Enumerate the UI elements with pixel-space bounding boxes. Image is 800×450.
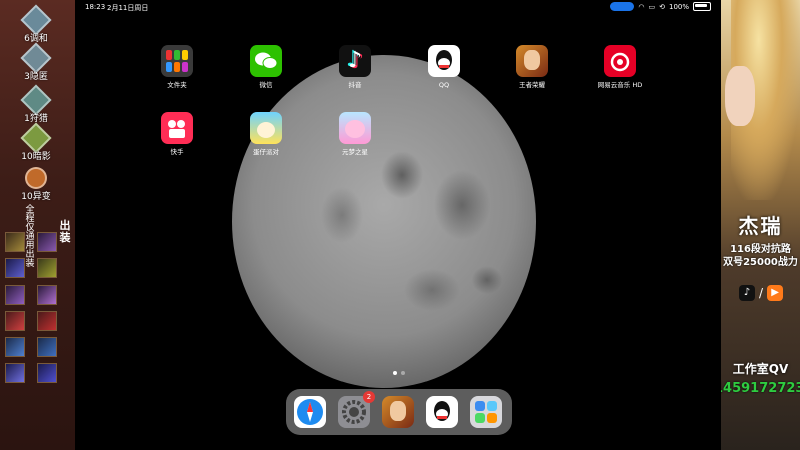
app-label: 抖音	[348, 81, 362, 89]
douyin-icon: ♪	[339, 45, 371, 77]
yuanmeng-star-icon	[339, 112, 371, 144]
app-netease-music[interactable]: 网易云音乐 HD	[590, 45, 650, 89]
wechat-icon	[250, 45, 282, 77]
build-note: 全程仅通用出装	[25, 205, 35, 269]
character-face	[725, 66, 755, 126]
equipment-icon	[5, 232, 25, 252]
app-label: 元梦之星	[342, 148, 368, 156]
wifi-icon: ◠	[638, 2, 645, 11]
notification-badge: 2	[363, 391, 375, 403]
streamer-name: 杰瑞	[738, 214, 783, 238]
separator: /	[759, 286, 764, 300]
app-kuaishou[interactable]: 快手	[147, 112, 207, 156]
moon-wallpaper	[232, 55, 536, 388]
equipment-icon	[37, 337, 57, 357]
app-label: 王者荣耀	[519, 81, 545, 89]
status-time: 18:23	[85, 3, 106, 11]
streamer-power: 双号25000战力	[723, 257, 798, 268]
status-bar: 18:23 2月11日周日 ◠ ▭ ⟲ 100%	[75, 0, 721, 14]
app-wechat[interactable]: 微信	[236, 45, 296, 89]
left-overlay-panel: 6调和 3隐匿 1狩猎 10暗影 10异变 全程仅通用出装 出装	[0, 0, 75, 450]
equipment-icon	[5, 337, 25, 357]
app-honor-of-kings[interactable]: 王者荣耀	[502, 45, 562, 89]
screen-mirroring-icon: ▭	[648, 2, 656, 11]
app-label: 微信	[259, 81, 273, 89]
status-date: 2月11日周日	[107, 4, 149, 12]
netease-music-icon	[604, 45, 636, 77]
rank-emblem-icon	[20, 122, 52, 154]
app-label: 蛋仔派对	[253, 148, 279, 156]
contact-number: 1459172723	[721, 381, 800, 396]
equipment-icon	[37, 258, 57, 278]
eggy-party-icon	[250, 112, 282, 144]
rank-emblem-icon	[20, 42, 52, 74]
right-overlay-panel: 杰瑞 116段对抗路 双号25000战力 ♪ / ▶ 工作室QV 1459172…	[721, 0, 800, 450]
equipment-icon	[37, 311, 57, 331]
app-label: 网易云音乐 HD	[597, 81, 643, 89]
rank-emblem-icon	[22, 164, 50, 192]
dock: 2	[286, 389, 512, 435]
app-library-icon[interactable]	[470, 396, 502, 428]
app-eggy-party[interactable]: 蛋仔派对	[236, 112, 296, 156]
emblem-label: 10异变	[21, 192, 51, 202]
emblem-label: 3隐匿	[24, 72, 48, 82]
ipad-home-screen: 18:23 2月11日周日 ◠ ▭ ⟲ 100% 文件夹 微信 ♪ 抖音 QQ …	[75, 0, 721, 450]
battery-percent: 100%	[668, 2, 689, 11]
battery-icon	[693, 2, 711, 11]
rank-emblem-icon	[20, 84, 52, 116]
build-title: 出装	[59, 219, 71, 244]
emblem-label: 10暗影	[21, 152, 51, 162]
screen-cast-icon[interactable]	[610, 2, 635, 11]
equipment-icon	[5, 258, 25, 278]
equipment-icon	[5, 311, 25, 331]
qq-icon[interactable]	[426, 396, 458, 428]
app-label: QQ	[438, 81, 450, 89]
equipment-icon	[37, 232, 57, 252]
equipment-icon	[5, 363, 25, 383]
app-label: 文件夹	[167, 81, 187, 89]
social-row: ♪ / ▶	[739, 285, 784, 301]
douyin-icon: ♪	[739, 285, 755, 301]
app-douyin[interactable]: ♪ 抖音	[325, 45, 385, 89]
page-indicator[interactable]	[393, 371, 405, 375]
equipment-icon	[37, 363, 57, 383]
status-right-group: ◠ ▭ ⟲ 100%	[610, 2, 711, 11]
app-folder[interactable]: 文件夹	[147, 45, 207, 89]
app-qq[interactable]: QQ	[414, 45, 474, 89]
equipment-icon	[5, 285, 25, 305]
qq-icon	[428, 45, 460, 77]
kuaishou-icon	[161, 112, 193, 144]
rank-emblem-icon	[20, 4, 52, 36]
honor-of-kings-icon	[516, 45, 548, 77]
equipment-icon	[37, 285, 57, 305]
app-label: 快手	[170, 148, 184, 156]
honor-of-kings-icon[interactable]	[382, 396, 414, 428]
folder-icon	[161, 45, 193, 77]
rotation-lock-icon: ⟲	[659, 2, 665, 11]
settings-icon[interactable]: 2	[338, 391, 375, 428]
safari-icon[interactable]	[294, 396, 326, 428]
kuaishou-icon: ▶	[767, 285, 784, 301]
contact-label: 工作室QV	[732, 362, 789, 376]
app-yuanmeng-star[interactable]: 元梦之星	[325, 112, 385, 156]
